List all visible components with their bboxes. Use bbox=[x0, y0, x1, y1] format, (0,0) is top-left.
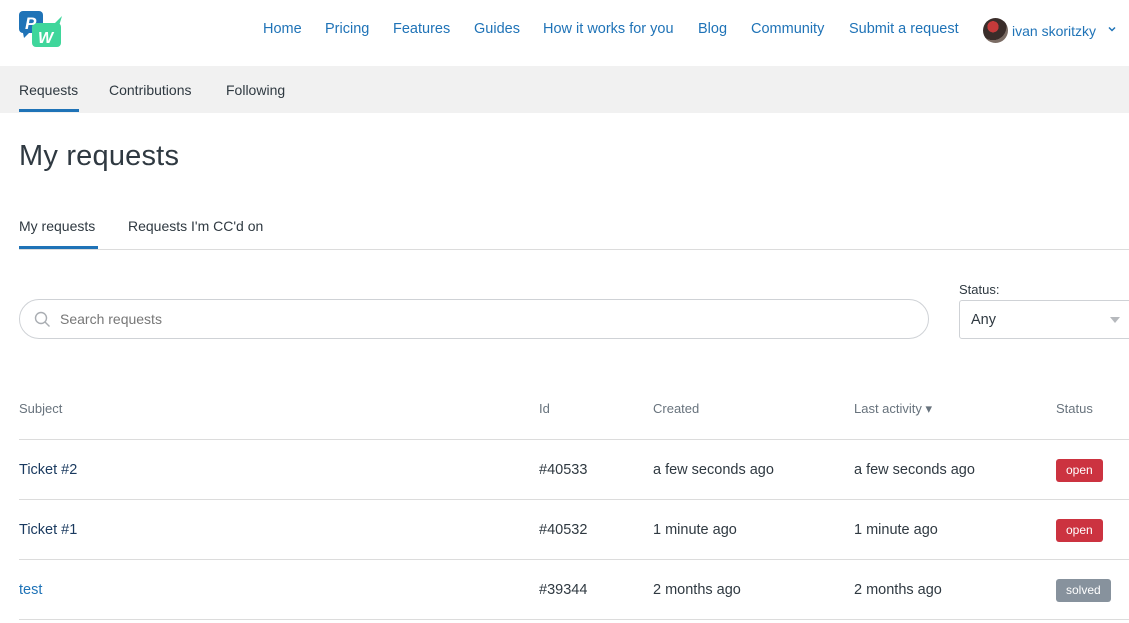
request-subject-link[interactable]: Ticket #2 bbox=[19, 462, 77, 478]
column-header-id[interactable]: Id bbox=[539, 401, 550, 416]
column-header-last-activity[interactable]: Last activity ▾ bbox=[854, 401, 932, 417]
avatar[interactable] bbox=[983, 18, 1008, 43]
column-header-status[interactable]: Status bbox=[1056, 401, 1093, 416]
request-created: a few seconds ago bbox=[653, 462, 774, 478]
request-last-activity: 2 months ago bbox=[854, 582, 942, 598]
subnav-tab-requests[interactable]: Requests bbox=[19, 82, 78, 98]
subnav-tab-following[interactable]: Following bbox=[226, 82, 285, 98]
request-last-activity: 1 minute ago bbox=[854, 522, 938, 538]
nav-community[interactable]: Community bbox=[751, 20, 824, 38]
subnav-tab-contributions[interactable]: Contributions bbox=[109, 82, 192, 98]
status-badge: open bbox=[1056, 519, 1103, 542]
caret-down-icon bbox=[1110, 317, 1120, 323]
column-header-created[interactable]: Created bbox=[653, 401, 699, 416]
svg-text:P: P bbox=[25, 14, 37, 33]
request-created: 1 minute ago bbox=[653, 522, 737, 538]
search-icon bbox=[34, 311, 50, 327]
table-divider bbox=[19, 439, 1129, 440]
request-subject-link[interactable]: Ticket #1 bbox=[19, 522, 77, 538]
table-divider bbox=[19, 499, 1129, 500]
nav-blog[interactable]: Blog bbox=[698, 20, 727, 38]
request-subject-link[interactable]: test bbox=[19, 582, 42, 598]
status-badge: open bbox=[1056, 459, 1103, 482]
nav-pricing[interactable]: Pricing bbox=[325, 20, 369, 38]
request-last-activity: a few seconds ago bbox=[854, 462, 975, 478]
nav-guides[interactable]: Guides bbox=[474, 20, 520, 38]
pw-logo-icon[interactable]: P W bbox=[18, 10, 64, 50]
active-subnav-indicator bbox=[19, 109, 79, 112]
status-filter-label: Status: bbox=[959, 282, 1000, 297]
nav-submit-request[interactable]: Submit a request bbox=[849, 20, 959, 38]
nav-home[interactable]: Home bbox=[263, 20, 302, 38]
tab-ccd-requests[interactable]: Requests I'm CC'd on bbox=[128, 218, 263, 234]
request-id: #40533 bbox=[539, 462, 588, 478]
request-id: #40532 bbox=[539, 522, 588, 538]
status-filter-select[interactable]: Any bbox=[959, 300, 1129, 339]
search-box[interactable] bbox=[19, 299, 929, 339]
profile-subnav: Requests Contributions Following bbox=[0, 66, 1129, 113]
nav-how-it-works[interactable]: How it works for you bbox=[543, 20, 674, 38]
request-id: #39344 bbox=[539, 582, 588, 598]
svg-text:W: W bbox=[38, 30, 55, 47]
user-name[interactable]: ivan skoritzky bbox=[1012, 23, 1096, 39]
chevron-down-icon[interactable] bbox=[1107, 24, 1117, 34]
status-badge: solved bbox=[1056, 579, 1111, 602]
request-created: 2 months ago bbox=[653, 582, 741, 598]
site-header: P W Home Pricing Features Guides How it … bbox=[0, 0, 1129, 66]
page-title: My requests bbox=[19, 140, 180, 172]
search-input[interactable] bbox=[60, 309, 900, 329]
tab-my-requests[interactable]: My requests bbox=[19, 218, 95, 234]
column-header-subject[interactable]: Subject bbox=[19, 401, 62, 416]
nav-features[interactable]: Features bbox=[393, 20, 450, 38]
status-filter-value: Any bbox=[971, 312, 996, 328]
table-divider bbox=[19, 559, 1129, 560]
table-divider bbox=[19, 619, 1129, 620]
tabs-divider bbox=[19, 249, 1129, 250]
